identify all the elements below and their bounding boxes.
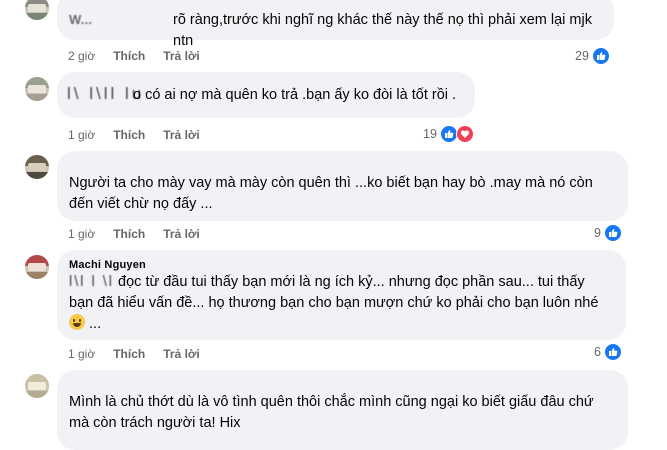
- avatar[interactable]: [25, 0, 49, 20]
- like-icon: [603, 224, 622, 242]
- avatar[interactable]: [25, 255, 49, 279]
- like-button[interactable]: Thích: [113, 227, 145, 241]
- like-button[interactable]: Thích: [113, 49, 145, 63]
- grinning-emoji-icon: [69, 314, 85, 330]
- heart-icon: [455, 125, 474, 143]
- comment-text: Mình là chủ thớt dù là vô tình quên thôi…: [69, 394, 594, 431]
- comment-timestamp[interactable]: 1 giờ: [68, 347, 95, 361]
- comment-actions: 1 giờ Thích Trả lời: [68, 347, 200, 361]
- reaction-count: 6: [594, 345, 601, 359]
- avatar[interactable]: [25, 77, 49, 101]
- reaction-count: 29: [575, 49, 589, 63]
- reply-button[interactable]: Trả lời: [163, 347, 200, 361]
- comment-author[interactable]: [69, 378, 616, 390]
- comment-author[interactable]: W...: [69, 13, 92, 27]
- comment-bubble: l\ l\ll lu o có ai nợ mà quên ko trả .bạ…: [57, 72, 475, 118]
- reply-button[interactable]: Trả lời: [163, 128, 200, 142]
- reaction-summary[interactable]: 9: [594, 224, 622, 242]
- avatar[interactable]: [25, 155, 49, 179]
- comment-timestamp[interactable]: 2 giờ: [68, 49, 95, 63]
- reaction-count: 9: [594, 226, 601, 240]
- comment-bubble: Người ta cho mày vay mà mày còn quên thì…: [57, 151, 628, 221]
- comment-text: rõ ràng,trước khi nghĩ ng khác thế này t…: [173, 12, 592, 49]
- comment-text: l\l l \l đọc từ đầu tui thấy bạn mới là …: [69, 272, 614, 335]
- like-button[interactable]: Thích: [113, 128, 145, 142]
- comment-author[interactable]: [69, 159, 616, 171]
- redacted-mention: l\l l \l: [69, 274, 114, 290]
- comment-bubble: W... rõ ràng,trước khi nghĩ ng khác thế …: [57, 0, 614, 49]
- comment-author[interactable]: Machi Nguyen: [69, 258, 614, 271]
- comment-ellipsis: ...: [89, 316, 102, 332]
- comment-text: o có ai nợ mà quên ko trả .bạn ấy ko đòi…: [133, 87, 457, 103]
- reaction-count: 19: [423, 127, 437, 141]
- reaction-summary[interactable]: 19: [423, 125, 474, 143]
- comment-bubble: Mình là chủ thớt dù là vô tình quên thôi…: [57, 370, 628, 450]
- reaction-summary[interactable]: 29: [575, 47, 610, 65]
- comment-actions: 2 giờ Thích Trả lời: [68, 49, 200, 63]
- comment-timestamp[interactable]: 1 giờ: [68, 128, 95, 142]
- reply-button[interactable]: Trả lời: [163, 49, 200, 63]
- avatar[interactable]: [25, 374, 49, 398]
- comment-bubble: Machi Nguyen l\l l \l đọc từ đầu tui thấ…: [57, 250, 626, 340]
- comment-text: Người ta cho mày vay mà mày còn quên thì…: [69, 175, 593, 212]
- like-icon: [603, 343, 622, 361]
- reaction-summary[interactable]: 6: [594, 343, 622, 361]
- comment-actions: 1 giờ Thích Trả lời: [68, 128, 200, 142]
- reply-button[interactable]: Trả lời: [163, 227, 200, 241]
- comment-actions: 1 giờ Thích Trả lời: [68, 227, 200, 241]
- comment-body: đọc từ đầu tui thấy bạn mới là ng ích kỷ…: [69, 274, 599, 311]
- like-icon: [591, 47, 610, 65]
- like-button[interactable]: Thích: [113, 347, 145, 361]
- comment-timestamp[interactable]: 1 giờ: [68, 227, 95, 241]
